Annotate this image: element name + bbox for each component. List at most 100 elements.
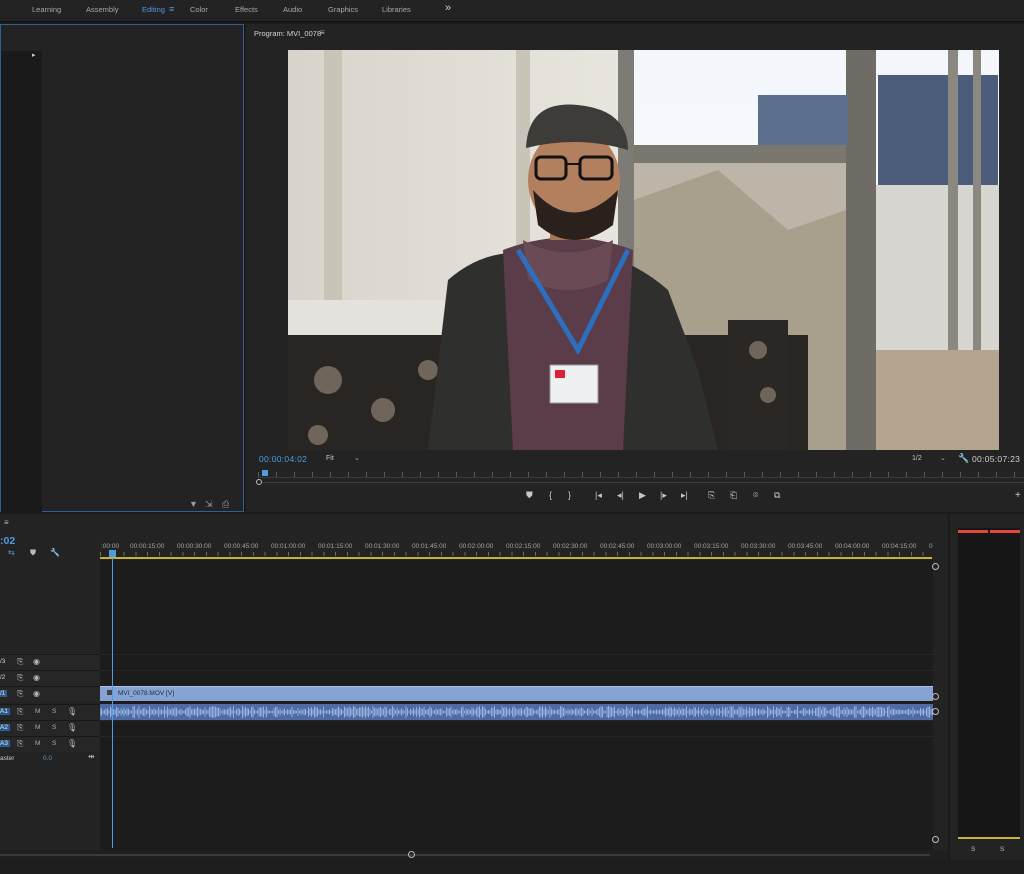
add-marker-icon[interactable]: ⛊ [30, 548, 36, 558]
add-marker-icon[interactable]: ⛊ [526, 490, 533, 501]
waveform-path [100, 706, 933, 718]
mute-button[interactable]: M [35, 740, 40, 747]
track-header-v3[interactable]: /3 ⎘ ◉ [0, 654, 100, 670]
eye-icon[interactable]: ◉ [33, 657, 40, 666]
program-timecode-current[interactable]: 00:00:04:02 [259, 454, 307, 464]
go-to-out-icon[interactable]: ▸| [681, 490, 688, 501]
eye-icon[interactable]: ◉ [33, 689, 40, 698]
microphone-icon[interactable]: 🎙 [67, 707, 77, 716]
export-icon[interactable]: ⎙ [222, 499, 229, 510]
wrench-icon[interactable]: 🔧 [50, 548, 60, 557]
peak-indicator-right [990, 530, 1020, 533]
chevron-down-icon[interactable]: ⌄ [940, 454, 946, 462]
workspace-audio[interactable]: Audio [283, 5, 302, 14]
timeline-playhead-handle[interactable] [109, 550, 116, 557]
workspace-color[interactable]: Color [190, 5, 208, 14]
comparison-view-icon[interactable]: ⧉ [774, 490, 780, 501]
track-header-a2[interactable]: A2 ⎘ M S 🎙 [0, 720, 100, 736]
timeline-horizontal-scrollbar[interactable] [0, 850, 948, 860]
sync-lock-icon[interactable]: ⎘ [17, 723, 23, 733]
add-button-icon[interactable]: + [1015, 490, 1021, 501]
video-frame-image [288, 50, 999, 450]
extract-icon[interactable]: ⎗ [730, 490, 737, 501]
chevron-down-icon[interactable]: ⌄ [354, 454, 360, 462]
track-lane-v3[interactable] [100, 654, 933, 670]
more-workspaces-icon[interactable]: » [445, 2, 451, 14]
panel-menu-icon[interactable]: ≡ [320, 28, 325, 37]
track-header-v1[interactable]: /1 ⎘ ◉ [0, 686, 100, 702]
ruler-label: 00:01:45:00 [412, 543, 447, 550]
track-header-a3[interactable]: A3 ⎘ M S 🎙 [0, 736, 100, 752]
sync-lock-icon[interactable]: ⎘ [17, 707, 23, 717]
workspace-editing[interactable]: Editing [142, 5, 165, 14]
program-playhead[interactable] [262, 470, 268, 476]
solo-right-button[interactable]: S [1000, 846, 1004, 853]
ruler-ticks [258, 472, 1024, 477]
program-zoom-bar[interactable] [262, 482, 1024, 483]
vertical-scroll-handle[interactable] [932, 708, 939, 715]
workspace-effects[interactable]: Effects [235, 5, 258, 14]
snap-icon[interactable]: ⇆ [8, 548, 15, 557]
expand-arrow-icon[interactable]: ▸ [32, 51, 36, 59]
track-lane-v2[interactable] [100, 670, 933, 686]
go-to-end-icon[interactable]: ⇹ [88, 752, 95, 761]
workspace-assembly[interactable]: Assembly [86, 5, 119, 14]
ruler-label: 00:03:00:00 [647, 543, 682, 550]
solo-left-button[interactable]: S [971, 846, 975, 853]
filter-icon[interactable]: ▼ [189, 499, 198, 509]
sync-lock-icon[interactable]: ⎘ [17, 739, 23, 749]
vertical-scroll-handle-bottom[interactable] [932, 836, 939, 843]
solo-button[interactable]: S [52, 740, 56, 747]
zoom-level-select[interactable]: Fit [326, 455, 334, 462]
step-forward-icon[interactable]: |▸ [660, 490, 667, 501]
timeline-timecode[interactable]: :02 [0, 535, 15, 547]
export-frame-icon[interactable]: ⌾ [753, 490, 758, 501]
program-monitor-title[interactable]: Program: MVI_0078 [254, 29, 321, 38]
track-name: A1 [0, 708, 10, 715]
track-lane-a3[interactable] [100, 736, 933, 752]
track-header-v2[interactable]: /2 ⎘ ◉ [0, 670, 100, 686]
solo-button[interactable]: S [52, 708, 56, 715]
microphone-icon[interactable]: 🎙 [67, 723, 77, 732]
source-panel[interactable]: ▸ ▼ ⇲ ⎙ [0, 24, 244, 521]
workspace-learning[interactable]: Learning [32, 5, 61, 14]
audio-clip[interactable] [100, 704, 933, 720]
play-icon[interactable]: ▶ [639, 490, 646, 501]
vertical-scroll-handle-top[interactable] [932, 563, 939, 570]
lift-icon[interactable]: ⎘ [708, 490, 715, 501]
solo-button[interactable]: S [52, 724, 56, 731]
timeline-playhead-line[interactable] [112, 558, 113, 848]
work-area-bar[interactable] [100, 557, 932, 559]
hamburger-icon[interactable]: ≡ [169, 4, 174, 14]
workspace-libraries[interactable]: Libraries [382, 5, 411, 14]
insert-icon[interactable]: ⇲ [205, 499, 213, 510]
mute-button[interactable]: M [35, 724, 40, 731]
ruler-label: 00:03:15:00 [694, 543, 729, 550]
master-volume-value[interactable]: 0.0 [43, 755, 52, 762]
track-header-a1[interactable]: A1 ⎘ M S 🎙 [0, 704, 100, 720]
sync-lock-icon[interactable]: ⎘ [17, 689, 23, 699]
scrollbar-handle[interactable] [408, 851, 415, 858]
program-zoom-handle[interactable] [256, 479, 262, 485]
microphone-icon[interactable]: 🎙 [67, 739, 77, 748]
master-track-label: aster [0, 755, 15, 762]
video-clip[interactable]: MVI_0078.MOV [V] [100, 686, 933, 701]
go-to-in-icon[interactable]: |◂ [595, 490, 602, 501]
track-lane-a2[interactable] [100, 720, 933, 736]
wrench-icon[interactable]: 🔧 [958, 453, 969, 464]
workspace-graphics[interactable]: Graphics [328, 5, 358, 14]
panel-menu-icon[interactable]: ≡ [4, 518, 9, 527]
program-time-ruler[interactable] [258, 468, 1024, 478]
vertical-scroll-handle[interactable] [932, 693, 939, 700]
audio-waveform [100, 706, 933, 718]
ruler-label: 00:04:15:00 [882, 543, 917, 550]
step-back-icon[interactable]: ◂| [617, 490, 624, 501]
eye-icon[interactable]: ◉ [33, 673, 40, 682]
ruler-label: 00:00:15:00 [130, 543, 165, 550]
mute-button[interactable]: M [35, 708, 40, 715]
sync-lock-icon[interactable]: ⎘ [17, 657, 23, 667]
mark-in-icon[interactable]: { [549, 490, 552, 500]
mark-out-icon[interactable]: } [568, 490, 571, 500]
sync-lock-icon[interactable]: ⎘ [17, 673, 23, 683]
playback-resolution-select[interactable]: 1/2 [912, 455, 922, 462]
